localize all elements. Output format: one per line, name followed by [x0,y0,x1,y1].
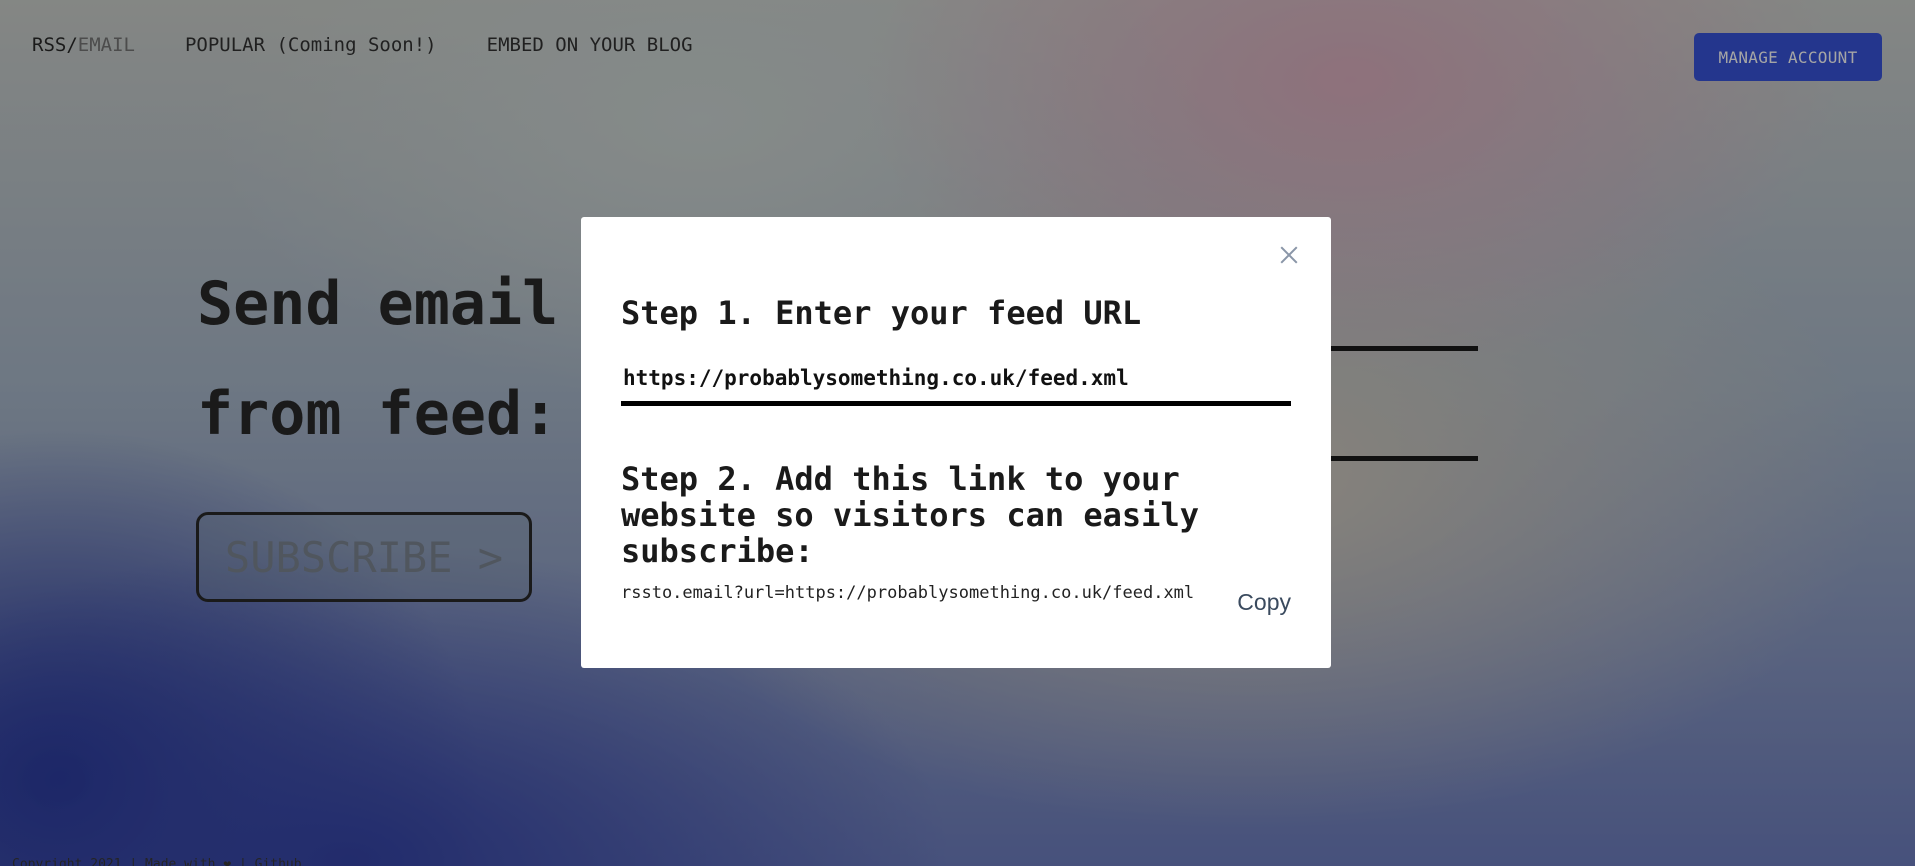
feed-url-input[interactable] [621,354,1291,406]
logo[interactable]: RSS/EMAIL [32,34,135,56]
logo-main: RSS/ [32,34,78,56]
hero-line-2: from feed: [197,379,559,449]
manage-account-button[interactable]: MANAGE ACCOUNT [1694,33,1882,81]
close-icon[interactable] [1277,243,1301,267]
hero-line-1: Send email [197,269,559,339]
embed-link-text: rssto.email?url=https://probablysomethin… [621,583,1195,603]
nav-popular[interactable]: POPULAR (Coming Soon!) [185,34,437,56]
hero: Send email from feed: [197,262,558,482]
top-nav: RSS/EMAIL POPULAR (Coming Soon!) EMBED O… [32,34,743,56]
step2-title: Step 2. Add this link to your website so… [621,460,1199,570]
page: RSS/EMAIL POPULAR (Coming Soon!) EMBED O… [0,0,1915,866]
email-input-underline[interactable] [1330,346,1478,351]
footer: Copyright 2021 | Made with ❤ | Github [12,857,302,866]
embed-modal: Step 1. Enter your feed URL Step 2. Add … [581,217,1331,668]
feed-input-underline[interactable] [1330,456,1478,461]
logo-sub: EMAIL [77,34,135,56]
copy-button[interactable]: Copy [1237,589,1291,616]
nav-embed[interactable]: EMBED ON YOUR BLOG [487,34,693,56]
subscribe-button[interactable]: SUBSCRIBE > [196,512,532,602]
step1-title: Step 1. Enter your feed URL [621,294,1142,332]
